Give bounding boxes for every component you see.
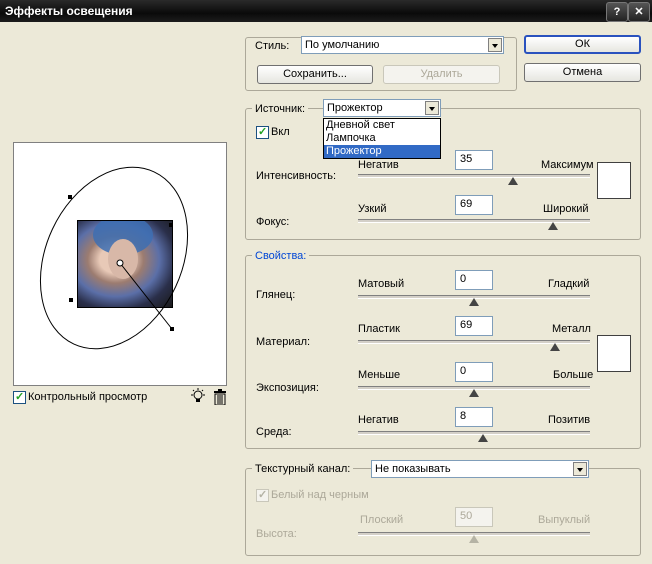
material-min-label: Пластик: [358, 323, 400, 335]
properties-title: Свойства:: [252, 250, 310, 262]
source-label: Источник:: [252, 103, 309, 115]
exposure-label: Экспозиция:: [256, 382, 319, 394]
lightbulb-icon[interactable]: [190, 388, 206, 406]
ambience-slider-track[interactable]: [358, 431, 590, 435]
material-slider-thumb[interactable]: [550, 343, 561, 351]
preview-checkbox-label: Контрольный просмотр: [28, 391, 148, 403]
source-value: Прожектор: [327, 102, 383, 114]
height-input[interactable]: 50: [455, 507, 493, 527]
white-is-high-label: Белый над черным: [271, 489, 369, 501]
texture-group: [245, 468, 641, 556]
texture-channel-select[interactable]: Не показывать: [371, 460, 589, 478]
exposure-max-label: Больше: [553, 369, 594, 381]
exposure-min-label: Меньше: [358, 369, 401, 381]
exposure-input[interactable]: 0: [455, 362, 493, 382]
source-option[interactable]: Прожектор: [324, 145, 440, 158]
gloss-label: Глянец:: [256, 289, 296, 301]
focus-max-label: Широкий: [543, 203, 589, 215]
style-value: По умолчанию: [305, 39, 380, 51]
source-option[interactable]: Лампочка: [324, 132, 440, 145]
light-on-label: Вкл: [271, 126, 290, 138]
ambience-min-label: Негатив: [358, 414, 399, 426]
delete-style-button[interactable]: Удалить: [383, 65, 500, 84]
ambience-label: Среда:: [256, 426, 292, 438]
light-color-swatch[interactable]: [597, 162, 631, 199]
style-label: Стиль:: [255, 40, 290, 52]
trash-icon[interactable]: [213, 389, 227, 406]
height-max-label: Выпуклый: [538, 514, 591, 526]
help-button[interactable]: ?: [606, 2, 628, 22]
material-color-swatch[interactable]: [597, 335, 631, 372]
source-dropdown-list[interactable]: Дневной свет Лампочка Прожектор: [323, 118, 441, 159]
window-title: Эффекты освещения: [5, 4, 133, 18]
cancel-button[interactable]: Отмена: [524, 63, 641, 82]
source-select[interactable]: Прожектор: [323, 99, 441, 117]
gloss-input[interactable]: 0: [455, 270, 493, 290]
close-button[interactable]: ✕: [628, 2, 650, 22]
gloss-slider-thumb[interactable]: [469, 298, 479, 306]
intensity-slider-track[interactable]: [358, 174, 590, 178]
intensity-min-label: Негатив: [358, 159, 399, 171]
texture-channel-value: Не показывать: [375, 463, 451, 475]
chevron-down-icon[interactable]: [488, 38, 502, 52]
ok-button[interactable]: ОК: [524, 35, 641, 54]
white-is-high-checkbox[interactable]: [256, 488, 269, 502]
dialog-body: Стиль: По умолчанию Сохранить... Удалить…: [0, 22, 652, 564]
ambience-slider-thumb[interactable]: [478, 434, 489, 442]
preview-canvas[interactable]: [13, 142, 227, 386]
save-style-button[interactable]: Сохранить...: [257, 65, 373, 84]
chevron-down-icon[interactable]: [425, 101, 439, 115]
intensity-slider-thumb[interactable]: [508, 177, 519, 185]
ambience-input[interactable]: 8: [455, 407, 493, 427]
focus-slider-thumb[interactable]: [547, 222, 558, 230]
height-label: Высота:: [256, 528, 297, 540]
title-bar: Эффекты освещения ? ✕: [0, 0, 652, 22]
exposure-slider-thumb[interactable]: [469, 389, 479, 397]
gloss-max-label: Гладкий: [548, 278, 590, 290]
height-slider-thumb[interactable]: [469, 535, 479, 543]
material-label: Материал:: [256, 336, 311, 348]
material-input[interactable]: 69: [455, 316, 493, 336]
chevron-down-icon[interactable]: [573, 462, 587, 476]
ambience-max-label: Позитив: [548, 414, 591, 426]
focus-label: Фокус:: [256, 216, 290, 228]
focus-input[interactable]: 69: [455, 195, 493, 215]
preview-checkbox[interactable]: [13, 390, 26, 404]
texture-channel-label: Текстурный канал:: [252, 463, 354, 475]
material-max-label: Металл: [552, 323, 591, 335]
gloss-min-label: Матовый: [358, 278, 405, 290]
light-ellipse-overlay[interactable]: [14, 143, 228, 387]
intensity-label: Интенсивность:: [256, 170, 337, 182]
intensity-max-label: Максимум: [541, 159, 594, 171]
focus-min-label: Узкий: [358, 203, 387, 215]
height-min-label: Плоский: [360, 514, 404, 526]
style-select[interactable]: По умолчанию: [301, 36, 504, 54]
light-on-checkbox[interactable]: [256, 125, 269, 139]
source-option[interactable]: Дневной свет: [324, 119, 440, 132]
intensity-input[interactable]: 35: [455, 150, 493, 170]
